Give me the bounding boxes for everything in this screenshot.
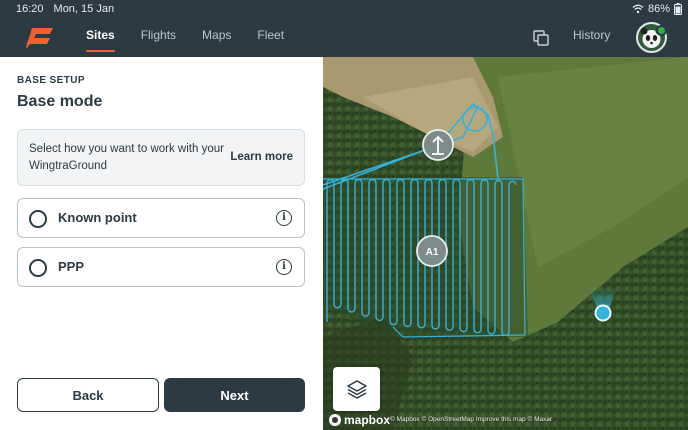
- map-attribution[interactable]: © Mapbox © OpenStreetMap Improve this ma…: [390, 416, 552, 423]
- wingtra-logo-icon[interactable]: [26, 27, 54, 49]
- info-icon[interactable]: i: [276, 259, 292, 275]
- next-button[interactable]: Next: [164, 378, 305, 412]
- history-link[interactable]: History: [573, 28, 610, 42]
- drone-location-icon[interactable]: [594, 304, 612, 322]
- area-label: A1: [426, 247, 439, 258]
- option-known-point[interactable]: Known point i: [17, 198, 305, 238]
- online-status-dot: [656, 25, 667, 36]
- option-ppp[interactable]: PPP i: [17, 247, 305, 287]
- wifi-icon: [632, 4, 644, 13]
- option-label-ppp: PPP: [58, 259, 85, 274]
- mapbox-label: mapbox: [344, 413, 391, 427]
- copy-icon[interactable]: [532, 29, 550, 47]
- battery-icon: [674, 2, 682, 15]
- nav-tabs: Sites Flights Maps Fleet: [86, 17, 310, 57]
- battery-percent: 86%: [647, 2, 670, 15]
- status-date: Mon, 15 Jan: [53, 2, 115, 15]
- radio-known-point[interactable]: [29, 210, 47, 228]
- layers-icon: [346, 380, 367, 399]
- top-navigation: Sites Flights Maps Fleet History: [0, 17, 688, 57]
- tab-sites[interactable]: Sites: [86, 17, 115, 57]
- mapbox-logo[interactable]: mapbox: [329, 413, 390, 427]
- info-icon[interactable]: i: [276, 210, 292, 226]
- page-title: Base mode: [17, 93, 103, 110]
- base-setup-panel: BASE SETUP Base mode Select how you want…: [0, 57, 323, 430]
- option-label-known-point: Known point: [58, 210, 137, 225]
- radio-ppp[interactable]: [29, 259, 47, 277]
- section-label: BASE SETUP: [17, 75, 85, 86]
- layers-button[interactable]: [333, 367, 380, 411]
- learn-more-link[interactable]: Learn more: [230, 151, 293, 163]
- info-text: Select how you want to work with your Wi…: [29, 143, 224, 172]
- back-button[interactable]: Back: [17, 378, 159, 412]
- status-bar: 16:20 Mon, 15 Jan 86%: [0, 0, 688, 17]
- info-box: Select how you want to work with your Wi…: [17, 129, 305, 186]
- status-time: 16:20: [16, 2, 44, 15]
- tab-flights[interactable]: Flights: [141, 17, 176, 57]
- mapbox-icon: [329, 414, 341, 426]
- tab-maps[interactable]: Maps: [202, 17, 231, 57]
- tab-fleet[interactable]: Fleet: [257, 17, 284, 57]
